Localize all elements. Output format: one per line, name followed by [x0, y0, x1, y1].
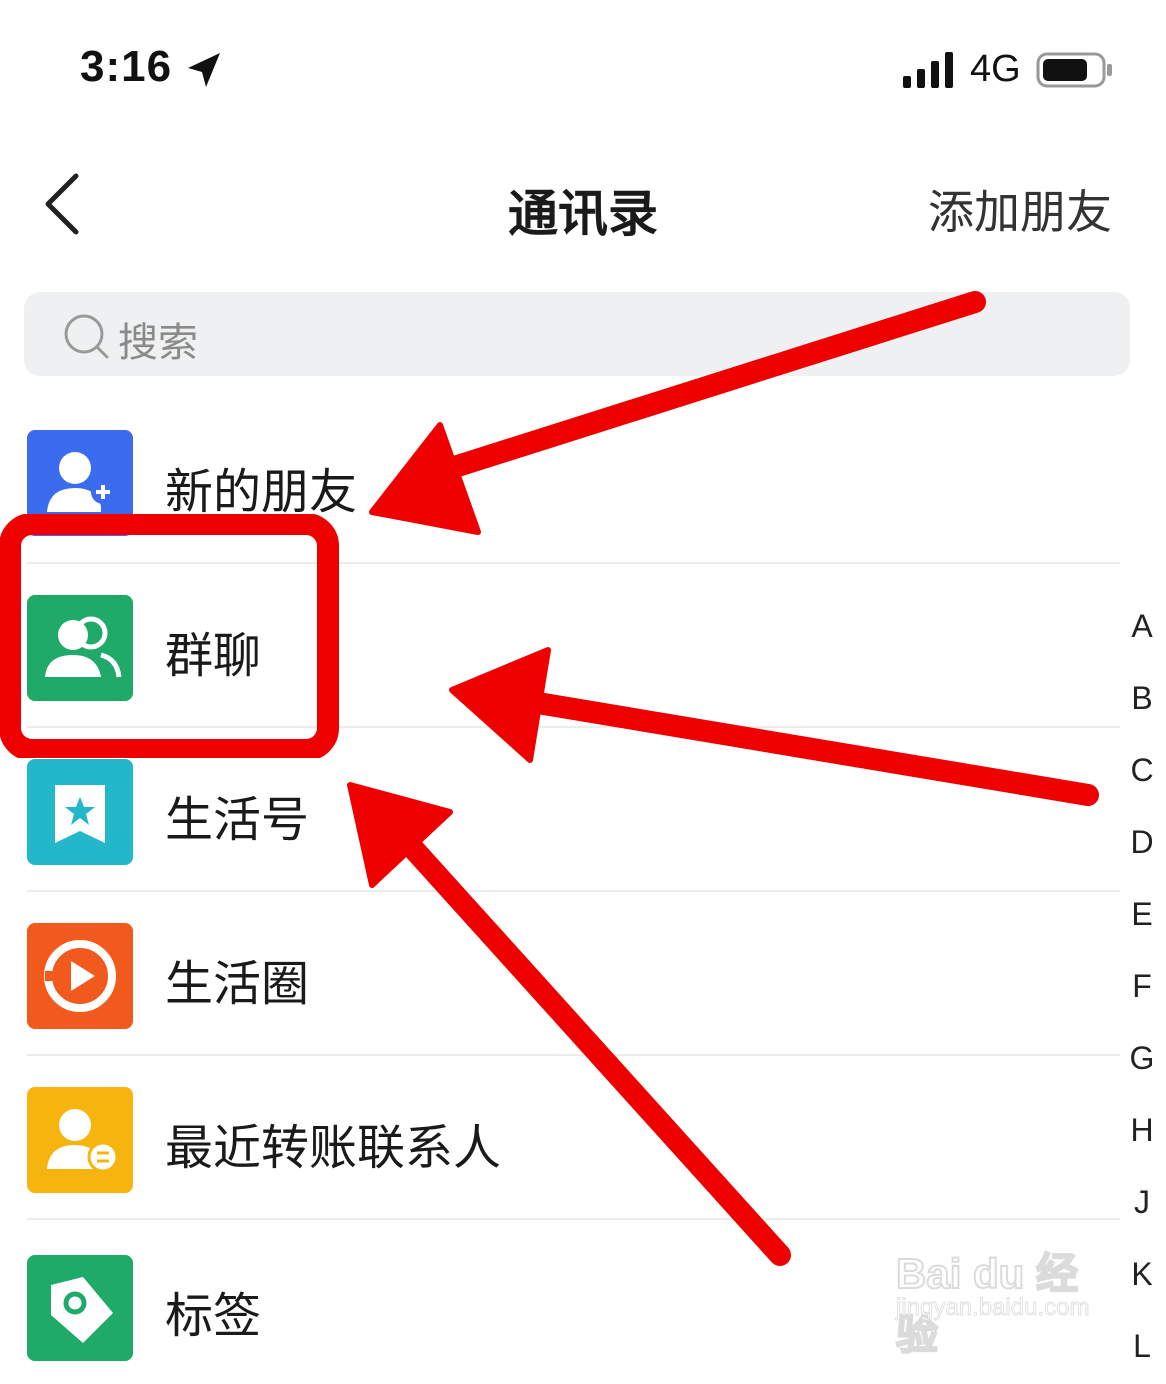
- list-item-label: 生活号: [165, 792, 310, 848]
- list-item-label: 新的朋友: [165, 464, 358, 520]
- list-item-tags[interactable]: 标签: [0, 1220, 1120, 1384]
- group-chat-icon: [27, 595, 133, 701]
- list-item-label: 最近转账联系人: [165, 1120, 502, 1176]
- nav-bar: 通讯录 添加朋友: [0, 140, 1166, 270]
- list-item-label: 标签: [165, 1288, 262, 1344]
- index-letter-g[interactable]: G: [1118, 1040, 1166, 1077]
- add-friend-button[interactable]: 添加朋友: [928, 176, 1112, 242]
- status-time: 3:16: [80, 42, 173, 91]
- search-input[interactable]: 搜索: [24, 292, 1130, 376]
- recent-transfer-contacts-icon: [27, 1087, 133, 1193]
- search-icon: [64, 314, 109, 359]
- index-letter-l[interactable]: L: [1118, 1328, 1166, 1365]
- index-letter-a[interactable]: A: [1118, 608, 1166, 645]
- list-item-life-circle[interactable]: 生活圈: [0, 892, 1120, 1056]
- index-letter-j[interactable]: J: [1118, 1184, 1166, 1221]
- new-friend-icon: [27, 430, 133, 536]
- index-letter-c[interactable]: C: [1118, 752, 1166, 789]
- search-placeholder: 搜索: [118, 320, 198, 366]
- index-letter-d[interactable]: D: [1118, 824, 1166, 861]
- list-item-life-account[interactable]: 生活号: [0, 728, 1120, 892]
- list-item-label: 生活圈: [165, 956, 310, 1012]
- cellular-signal-icon: [903, 52, 953, 88]
- list-item-recent-transfer-contacts[interactable]: 最近转账联系人: [0, 1056, 1120, 1220]
- network-type: 4G: [970, 48, 1021, 90]
- list-item-label: 群聊: [165, 628, 262, 684]
- index-letter-f[interactable]: F: [1118, 968, 1166, 1005]
- location-arrow-icon: [188, 53, 220, 87]
- index-letter-h[interactable]: H: [1118, 1112, 1166, 1149]
- index-letter-e[interactable]: E: [1118, 896, 1166, 933]
- status-bar: 3:16 4G: [0, 0, 1166, 140]
- tag-icon: [27, 1255, 133, 1361]
- list-item-new-friends[interactable]: 新的朋友: [0, 400, 1120, 564]
- index-letter-b[interactable]: B: [1118, 680, 1166, 717]
- list-item-group-chat[interactable]: 群聊: [0, 564, 1120, 728]
- life-account-icon: [27, 759, 133, 865]
- life-circle-icon: [27, 923, 133, 1029]
- battery-icon: [1036, 52, 1112, 88]
- index-letter-k[interactable]: K: [1118, 1256, 1166, 1293]
